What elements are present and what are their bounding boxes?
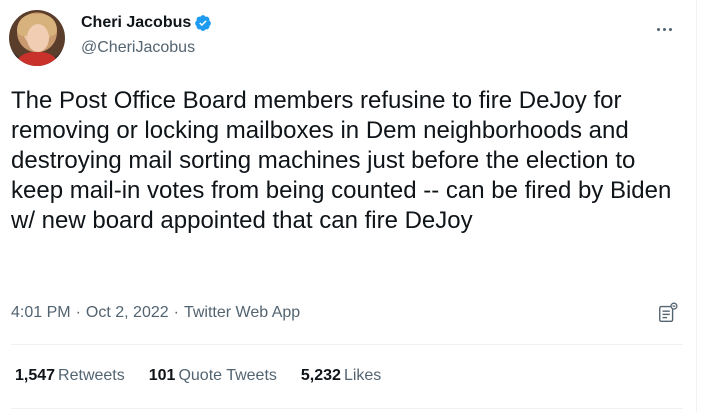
tweet-source-link[interactable]: Twitter Web App (184, 303, 300, 323)
tweet-card: Cheri Jacobus @CheriJacobus The Post Off… (0, 0, 697, 412)
engagement-stats: 1,547 Retweets 101 Quote Tweets 5,232 Likes (15, 366, 405, 386)
meta-separator: · (173, 304, 179, 321)
meta-separator: · (75, 304, 81, 321)
tweet-text: The Post Office Board members refusine t… (11, 87, 672, 234)
more-horizontal-icon[interactable] (657, 18, 677, 31)
likes-label: Likes (343, 367, 382, 384)
likes-stat[interactable]: 5,232 Likes (301, 366, 381, 386)
tweet-date-link[interactable]: Oct 2, 2022 (86, 303, 169, 323)
verified-badge-icon (195, 15, 212, 31)
quote-tweets-label: Quote Tweets (178, 367, 277, 384)
avatar[interactable] (9, 10, 65, 66)
author-handle[interactable]: @CheriJacobus (81, 38, 195, 58)
quote-tweets-stat[interactable]: 101 Quote Tweets (149, 366, 277, 386)
retweets-count: 1,547 (15, 367, 56, 384)
avatar-shirt (13, 52, 61, 66)
retweets-stat[interactable]: 1,547 Retweets (15, 366, 125, 386)
author-name[interactable]: Cheri Jacobus (81, 13, 191, 33)
retweets-label: Retweets (58, 367, 125, 384)
avatar-face (27, 24, 49, 52)
view-notes-icon[interactable] (657, 302, 679, 324)
quote-tweets-count: 101 (148, 367, 176, 384)
tweet-time-link[interactable]: 4:01 PM (11, 303, 71, 323)
author-name-row[interactable]: Cheri Jacobus (81, 13, 212, 33)
divider (11, 344, 683, 345)
likes-count: 5,232 (300, 367, 341, 384)
tweet-meta: 4:01 PM · Oct 2, 2022 · Twitter Web App (11, 303, 300, 323)
divider (11, 408, 683, 409)
